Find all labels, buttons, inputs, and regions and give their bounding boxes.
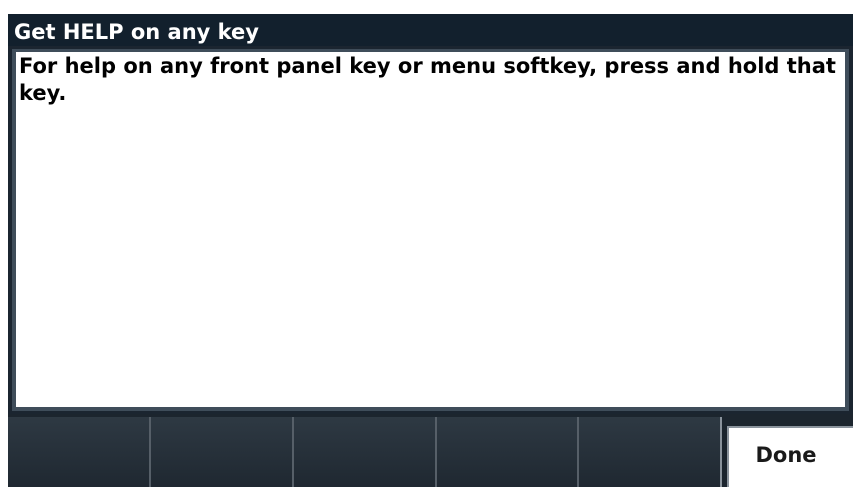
help-panel: For help on any front panel key or menu … xyxy=(12,49,849,411)
softkey-5[interactable] xyxy=(579,417,722,487)
instrument-display: Get HELP on any key For help on any fron… xyxy=(8,14,853,487)
softkey-1[interactable] xyxy=(8,417,151,487)
dialog-title: Get HELP on any key xyxy=(8,14,853,46)
help-text: For help on any front panel key or menu … xyxy=(16,52,845,407)
softkey-3[interactable] xyxy=(294,417,437,487)
softkey-4[interactable] xyxy=(437,417,579,487)
done-button[interactable]: Done xyxy=(727,426,853,487)
softkey-bar: Done xyxy=(8,414,853,487)
softkey-2[interactable] xyxy=(151,417,294,487)
